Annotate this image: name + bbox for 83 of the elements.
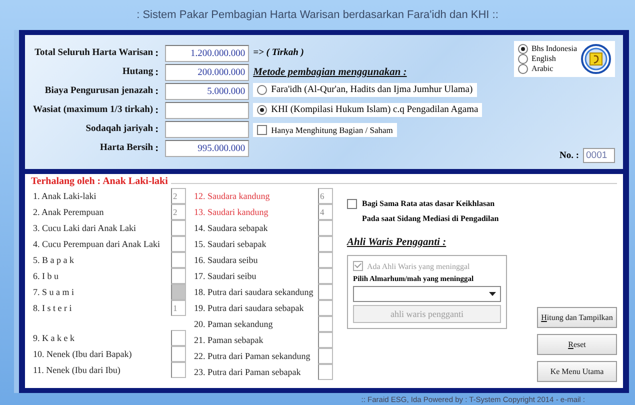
amount-field[interactable]: [165, 102, 250, 119]
deceased-dropdown[interactable]: [353, 286, 501, 302]
colon-label: :: [155, 142, 160, 156]
count-field[interactable]: [171, 330, 186, 346]
heir-label: 5. B a p a k: [33, 255, 75, 265]
count-field[interactable]: [318, 236, 333, 252]
logo-icon: [581, 44, 611, 74]
amount-label: Total Seluruh Harta Warisan: [34, 47, 154, 60]
number-label: No. :: [559, 150, 579, 160]
window-title: : Sistem Pakar Pembagian Harta Warisan berdasarkan Fara'idh dan KHI ::: [136, 9, 498, 21]
method-radio[interactable]: KHI (Kompilasi Hukum Islam) c.q Pengadilan Agama: [253, 103, 482, 117]
count-field[interactable]: 1: [171, 300, 186, 316]
count-field[interactable]: [171, 268, 186, 284]
heir-label: 7. S u a m i: [33, 287, 76, 297]
language-radio[interactable]: English: [518, 54, 577, 64]
count-field[interactable]: [318, 252, 333, 268]
heir-label: 23. Putra dari Paman sebapak: [194, 367, 302, 377]
amount-label: Sodaqah jariyah: [84, 123, 154, 136]
count-field[interactable]: [318, 348, 333, 364]
amount-label: Harta Bersih: [99, 142, 154, 155]
colon-label: :: [155, 66, 160, 80]
heir-label: 21. Paman sebapak: [194, 335, 264, 345]
colon-label: :: [155, 123, 160, 137]
heir-label: 20. Paman sekandung: [194, 319, 274, 329]
count-field[interactable]: [318, 364, 333, 380]
method-radio[interactable]: Fara'idh (Al-Qur'an, Hadits dan Ijma Jumhur Ulama): [253, 83, 477, 97]
heir-label: 18. Putra dari saudara sekandung: [194, 287, 314, 297]
heir-label: 10. Nenek (Ibu dari Bapak): [33, 349, 133, 359]
heir-label: 12. Saudara kandung: [194, 191, 271, 201]
heir-label: 11. Nenek (Ibu dari Ibu): [33, 365, 122, 375]
amount-field[interactable]: 1.200.000.000: [165, 45, 250, 62]
amount-label: Biaya Pengurusan jenazah: [44, 85, 154, 98]
count-field[interactable]: [318, 316, 333, 332]
heir-label: 13. Saudari kandung: [194, 207, 270, 217]
language-radio[interactable]: Bhs Indonesia: [518, 44, 577, 54]
amount-label: Hutang: [121, 66, 154, 79]
action-button[interactable]: Ke Menu Utama: [537, 361, 617, 382]
heir-label: 9. K a k e k: [33, 333, 76, 343]
amount-label: Wasiat (maximum 1/3 tirkah): [33, 104, 154, 117]
colon-label: :: [155, 85, 160, 99]
heir-label: 19. Putra dari saudara sebapak: [194, 303, 305, 313]
colon-label: :: [155, 47, 160, 61]
heir-label: 2. Anak Perempuan: [33, 207, 105, 217]
language-radio[interactable]: Arabic: [518, 64, 577, 74]
blocked-by-label: Terhalang oleh : Anak Laki-laki: [31, 176, 171, 187]
heir-label: 14. Saudara sebapak: [194, 223, 269, 233]
count-field[interactable]: 2: [171, 204, 186, 220]
tirkah-note: => ( Tirkah ): [253, 47, 305, 60]
heir-label: 3. Cucu Laki dari Anak Laki: [33, 223, 137, 233]
action-button[interactable]: Hitung dan Tampilkan: [537, 307, 617, 328]
count-field[interactable]: [171, 220, 186, 236]
number-field[interactable]: 0001: [583, 148, 615, 163]
count-field[interactable]: 6: [318, 188, 333, 204]
heir-label: 1. Anak Laki-laki: [33, 191, 98, 201]
count-field[interactable]: 4: [318, 204, 333, 220]
equal-share-checkbox[interactable]: Bagi Sama Rata atas dasar Keikhlasan Pada saat Sidang Mediasi di Pengadilan: [347, 196, 507, 226]
count-field[interactable]: 2: [171, 188, 186, 204]
count-field[interactable]: [318, 300, 333, 316]
count-field[interactable]: [318, 268, 333, 284]
amount-field[interactable]: 200.000.000: [165, 64, 250, 81]
colon-label: :: [155, 104, 160, 118]
heir-label: 4. Cucu Perempuan dari Anak Laki: [33, 239, 161, 249]
heir-label: 8. I s t e r i: [33, 303, 73, 313]
amount-field[interactable]: [165, 121, 250, 138]
caret-icon: [488, 291, 497, 297]
count-field[interactable]: [171, 346, 186, 362]
action-button[interactable]: Reset: [537, 334, 617, 355]
count-field[interactable]: [318, 284, 333, 300]
count-field[interactable]: [318, 220, 333, 236]
count-only-checkbox[interactable]: Hanya Menghitung Bagian / Saham: [253, 123, 397, 137]
replacement-heading: Ahli Waris Pengganti :: [347, 236, 448, 250]
heir-label: 16. Saudara seibu: [194, 255, 259, 265]
amount-field[interactable]: 5.000.000: [165, 83, 250, 100]
amount-field[interactable]: 995.000.000: [165, 140, 250, 157]
method-heading: Metode pembagian menggunakan :: [253, 66, 408, 80]
heir-label: 17. Saudari seibu: [194, 271, 258, 281]
count-field[interactable]: [171, 252, 186, 268]
heir-label: 6. I b u: [33, 271, 60, 281]
count-field[interactable]: [171, 236, 186, 252]
count-field[interactable]: [171, 362, 186, 378]
heir-label: 22. Putra dari Paman sekandung: [194, 351, 312, 361]
count-field[interactable]: [318, 332, 333, 348]
heir-label: 15. Saudari sebapak: [194, 239, 268, 249]
